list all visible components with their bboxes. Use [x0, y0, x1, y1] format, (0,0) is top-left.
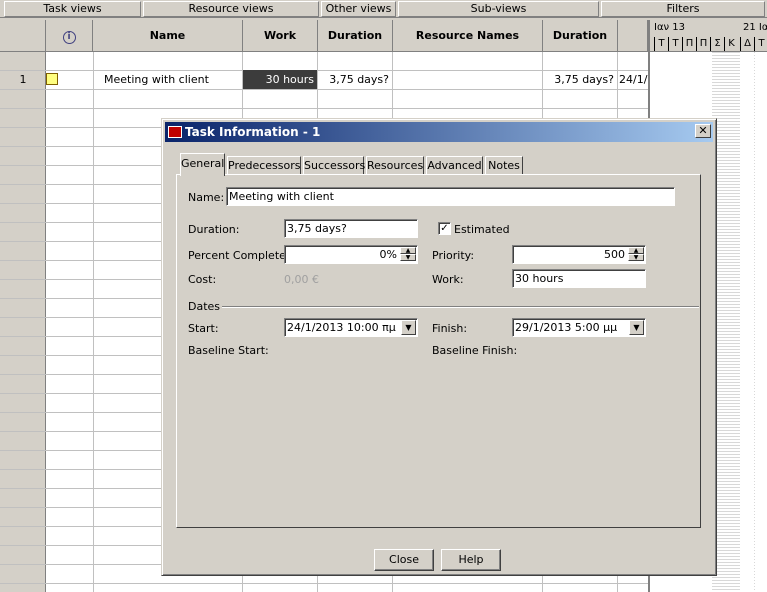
- finish-label: Finish:: [432, 322, 468, 335]
- estimated-label: Estimated: [454, 223, 510, 236]
- start-label: Start:: [188, 322, 219, 335]
- task-duration-cell[interactable]: 3,75 days?: [318, 70, 391, 89]
- close-button[interactable]: Close: [374, 549, 434, 571]
- percent-complete-field[interactable]: 0% ▲ ▼: [284, 245, 418, 264]
- work-field[interactable]: 30 hours: [512, 269, 646, 288]
- select-all-header[interactable]: [0, 20, 46, 52]
- other-views-button[interactable]: Other views: [321, 1, 396, 17]
- baseline-finish-label: Baseline Finish:: [432, 344, 518, 357]
- app-icon: [168, 126, 182, 138]
- work-column-header[interactable]: Work: [243, 20, 318, 52]
- duration2-column-header[interactable]: Duration: [543, 20, 618, 52]
- estimated-checkbox[interactable]: ✓: [438, 222, 451, 235]
- priority-field[interactable]: 500 ▲ ▼: [512, 245, 646, 264]
- finish-date-value: 29/1/2013 5:00 μμ: [515, 321, 618, 334]
- view-toolbar: Task views Resource views Other views Su…: [0, 0, 767, 18]
- gantt-day-label: Δ: [740, 37, 754, 51]
- duration-label: Duration:: [188, 223, 240, 236]
- chevron-down-icon[interactable]: ▼: [401, 320, 416, 335]
- percent-complete-label: Percent Complete:: [188, 249, 290, 262]
- help-button[interactable]: Help: [441, 549, 501, 571]
- tab-predecessors[interactable]: Predecessors: [227, 156, 301, 175]
- tab-successors[interactable]: Successors: [303, 156, 365, 175]
- priority-spinner[interactable]: ▲ ▼: [628, 247, 644, 262]
- gantt-day-label: Σ: [710, 37, 724, 51]
- task-indicator-icon: [46, 70, 62, 89]
- work-label: Work:: [432, 273, 464, 286]
- chevron-down-icon[interactable]: ▼: [629, 320, 644, 335]
- start-column-header[interactable]: [618, 20, 648, 52]
- gantt-day-label: Κ: [724, 37, 738, 51]
- resource-names-column-header[interactable]: Resource Names: [393, 20, 543, 52]
- close-icon[interactable]: ✕: [695, 124, 711, 138]
- task-views-button[interactable]: Task views: [4, 1, 141, 17]
- task-name-cell[interactable]: Meeting with client: [104, 70, 242, 89]
- dates-section-label: Dates: [188, 300, 221, 313]
- info-icon: i: [62, 31, 76, 44]
- name-label: Name:: [188, 191, 225, 204]
- baseline-start-label: Baseline Start:: [188, 344, 269, 357]
- duration-field[interactable]: 3,75 days?: [284, 219, 418, 238]
- gantt-day-divider: [754, 52, 755, 592]
- gantt-day-label: Π: [696, 37, 710, 51]
- dates-divider: [222, 306, 699, 308]
- gantt-day-label: Τ: [668, 37, 682, 51]
- task-information-dialog: Task Information - 1 ✕ General Predecess…: [161, 118, 717, 576]
- gantt-timescale: Ιαν 13 21 Ια Τ Τ Π Π Σ Κ Δ Τ: [650, 20, 767, 52]
- spin-up-icon[interactable]: ▲: [628, 247, 644, 254]
- spin-down-icon[interactable]: ▼: [628, 254, 644, 261]
- general-tab-panel: Name: Meeting with client Duration: 3,75…: [176, 174, 701, 528]
- start-date-value: 24/1/2013 10:00 πμ: [287, 321, 396, 334]
- filters-button[interactable]: Filters: [601, 1, 765, 17]
- task-duration2-cell[interactable]: 3,75 days?: [543, 70, 616, 89]
- tab-resources[interactable]: Resources: [366, 156, 424, 175]
- percent-spinner[interactable]: ▲ ▼: [400, 247, 416, 262]
- row-id[interactable]: 1: [0, 70, 46, 89]
- priority-label: Priority:: [432, 249, 475, 262]
- tab-advanced[interactable]: Advanced: [426, 156, 483, 175]
- name-field[interactable]: Meeting with client: [226, 187, 675, 206]
- start-date-field[interactable]: 24/1/2013 10:00 πμ ▼: [284, 318, 418, 337]
- priority-value: 500: [604, 248, 625, 261]
- percent-complete-value: 0%: [379, 248, 397, 261]
- gantt-week-label: 21 Ια: [743, 22, 767, 33]
- cost-label: Cost:: [188, 273, 217, 286]
- finish-date-field[interactable]: 29/1/2013 5:00 μμ ▼: [512, 318, 646, 337]
- dialog-title: Task Information - 1: [185, 125, 321, 139]
- cost-value: 0,00 €: [284, 273, 319, 286]
- tab-notes[interactable]: Notes: [485, 156, 523, 175]
- indicators-header[interactable]: i: [46, 20, 93, 52]
- gantt-week-label: Ιαν 13: [654, 22, 686, 33]
- duration-column-header[interactable]: Duration: [318, 20, 393, 52]
- sub-views-button[interactable]: Sub-views: [398, 1, 599, 17]
- spin-up-icon[interactable]: ▲: [400, 247, 416, 254]
- dialog-titlebar[interactable]: Task Information - 1 ✕: [165, 122, 713, 142]
- gantt-day-label: Π: [682, 37, 696, 51]
- gantt-day-label: Τ: [654, 37, 668, 51]
- task-work-cell[interactable]: 30 hours: [243, 70, 317, 89]
- gantt-day-label: Τ: [754, 37, 767, 51]
- name-column-header[interactable]: Name: [93, 20, 243, 52]
- resource-views-button[interactable]: Resource views: [143, 1, 319, 17]
- task-start-cell[interactable]: 24/1/: [619, 70, 648, 89]
- row-id-column: [0, 52, 46, 592]
- tab-general[interactable]: General: [180, 153, 225, 176]
- spin-down-icon[interactable]: ▼: [400, 254, 416, 261]
